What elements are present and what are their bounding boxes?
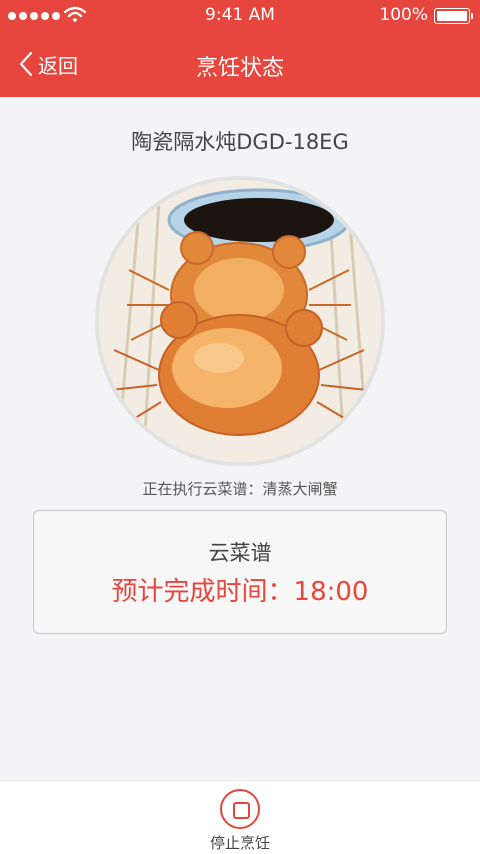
page-title: 烹饪状态 <box>195 56 284 81</box>
battery-percent: 100% <box>379 5 428 25</box>
status-bar: 9:41 AM 100% <box>0 0 480 32</box>
stop-icon <box>220 789 260 829</box>
recipe-label: 云菜谱 <box>208 541 272 565</box>
finish-time: 预计完成时间：18:00 <box>111 577 369 607</box>
recipe-card: 云菜谱 预计完成时间：18:00 <box>33 510 447 634</box>
stop-cooking-label: 停止烹饪 <box>209 834 270 852</box>
bottom-bar: 停止烹饪 <box>0 780 480 854</box>
battery-icon <box>434 8 473 24</box>
nav-bar: 返回 烹饪状态 <box>0 32 480 97</box>
device-name: 陶瓷隔水炖DGD-18EG <box>131 130 349 154</box>
stop-cooking-button[interactable]: 停止烹饪 <box>190 781 290 854</box>
running-recipe-text: 正在执行云菜谱：清蒸大闸蟹 <box>142 480 338 498</box>
dish-photo <box>95 176 385 466</box>
app-header: 9:41 AM 100% 返回 烹饪状态 <box>0 0 480 97</box>
